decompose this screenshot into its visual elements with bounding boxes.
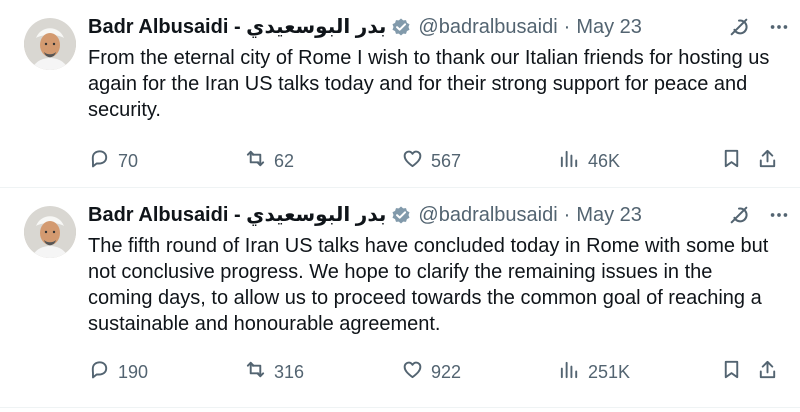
like-count: 567 bbox=[431, 150, 462, 171]
reply-icon bbox=[88, 358, 118, 386]
like-icon bbox=[401, 358, 431, 386]
share-button[interactable] bbox=[756, 358, 780, 386]
author-handle[interactable]: @badralbusaidi bbox=[418, 203, 557, 227]
tweet-header: Badr Albusaidi - بدر البوسعيدي @badralbu… bbox=[88, 13, 778, 41]
share-button[interactable] bbox=[756, 147, 780, 175]
reply-count: 190 bbox=[118, 361, 149, 382]
views-icon bbox=[558, 147, 588, 175]
reply-button[interactable]: 70 bbox=[88, 147, 244, 175]
profile-avatar[interactable] bbox=[24, 18, 76, 70]
views-button[interactable]: 46K bbox=[558, 147, 720, 175]
views-icon bbox=[558, 358, 588, 386]
tweet-text[interactable]: From the eternal city of Rome I wish to … bbox=[88, 45, 773, 123]
repost-count: 316 bbox=[274, 361, 305, 382]
bookmark-icon bbox=[720, 147, 743, 175]
views-count: 251K bbox=[588, 361, 631, 382]
bookmark-icon bbox=[720, 358, 743, 386]
metadata-separator: · bbox=[563, 204, 571, 226]
like-count: 922 bbox=[431, 361, 462, 382]
author-handle[interactable]: @badralbusaidi bbox=[418, 15, 557, 39]
tweet-card[interactable]: Badr Albusaidi - بدر البوسعيدي @badralbu… bbox=[0, 0, 800, 188]
reply-icon bbox=[88, 147, 118, 175]
profile-avatar[interactable] bbox=[24, 206, 76, 258]
tweet-date[interactable]: May 23 bbox=[576, 203, 642, 227]
tweet-feed: Badr Albusaidi - بدر البوسعيدي @badralbu… bbox=[0, 0, 800, 412]
tweet-content: Badr Albusaidi - بدر البوسعيدي @badralbu… bbox=[88, 201, 778, 337]
views-count: 46K bbox=[588, 150, 621, 171]
reply-button[interactable]: 190 bbox=[88, 358, 244, 386]
tweet-actions: 70 62 567 46K bbox=[88, 147, 788, 175]
tweet-content: Badr Albusaidi - بدر البوسعيدي @badralbu… bbox=[88, 13, 778, 123]
share-icon bbox=[756, 358, 779, 386]
reply-count: 70 bbox=[118, 150, 139, 171]
bookmark-button[interactable] bbox=[720, 358, 756, 386]
views-button[interactable]: 251K bbox=[558, 358, 720, 386]
share-icon bbox=[756, 147, 779, 175]
tweet-text[interactable]: The fifth round of Iran US talks have co… bbox=[88, 233, 773, 337]
author-display-name[interactable]: Badr Albusaidi - بدر البوسعيدي bbox=[88, 203, 386, 227]
bookmark-button[interactable] bbox=[720, 147, 756, 175]
repost-button[interactable]: 316 bbox=[244, 358, 401, 386]
tweet-card[interactable]: Badr Albusaidi - بدر البوسعيدي @badralbu… bbox=[0, 188, 800, 408]
like-button[interactable]: 567 bbox=[401, 147, 558, 175]
verified-badge-icon bbox=[391, 17, 411, 37]
like-button[interactable]: 922 bbox=[401, 358, 558, 386]
like-icon bbox=[401, 147, 431, 175]
tweet-header: Badr Albusaidi - بدر البوسعيدي @badralbu… bbox=[88, 201, 778, 229]
repost-icon bbox=[244, 358, 274, 386]
verified-badge-icon bbox=[391, 205, 411, 225]
author-display-name[interactable]: Badr Albusaidi - بدر البوسعيدي bbox=[88, 15, 386, 39]
repost-count: 62 bbox=[274, 150, 295, 171]
tweet-actions: 190 316 922 251K bbox=[88, 358, 788, 386]
metadata-separator: · bbox=[563, 16, 571, 38]
tweet-date[interactable]: May 23 bbox=[576, 15, 642, 39]
repost-button[interactable]: 62 bbox=[244, 147, 401, 175]
repost-icon bbox=[244, 147, 274, 175]
